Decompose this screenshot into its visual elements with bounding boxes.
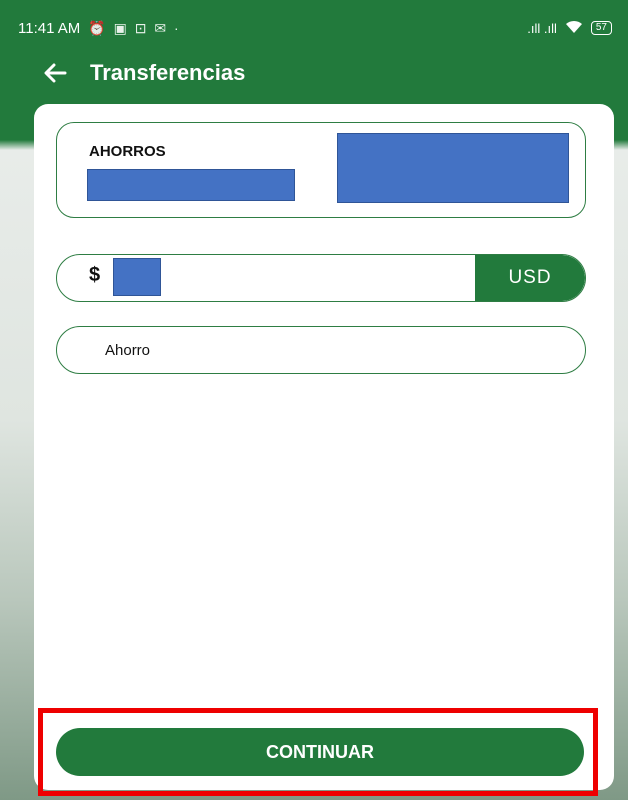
amount-field[interactable]: $ USD xyxy=(56,254,586,302)
highlight-box xyxy=(38,708,598,796)
back-button[interactable] xyxy=(32,50,78,96)
phone-screen: 11:41 AM ⏰ ▣ ⊡ ✉ · .ıll .ıll 57 Transfer… xyxy=(0,0,628,800)
status-bar: 11:41 AM ⏰ ▣ ⊡ ✉ · .ıll .ıll 57 xyxy=(18,6,612,50)
signal-icon: .ıll .ıll xyxy=(527,20,557,36)
app-bar: Transferencias xyxy=(18,50,612,96)
redacted-account-balance xyxy=(337,133,569,203)
source-account-selector[interactable]: AHORROS xyxy=(56,122,586,218)
currency-symbol: $ xyxy=(89,264,101,286)
description-value: Ahorro xyxy=(105,341,151,359)
notification-icons: ⏰ ▣ ⊡ ✉ · xyxy=(88,19,181,36)
battery-icon: 57 xyxy=(590,21,612,35)
redacted-amount-value xyxy=(113,258,161,296)
wifi-icon xyxy=(565,20,583,37)
arrow-left-icon xyxy=(44,63,67,83)
status-time: 11:41 AM xyxy=(18,19,81,37)
transfer-form-card: AHORROS $ USD Ahorro CONTINUAR xyxy=(34,104,614,790)
currency-selector[interactable]: USD xyxy=(475,255,585,301)
description-input[interactable]: Ahorro xyxy=(56,326,586,374)
page-title: Transferencias xyxy=(90,60,246,85)
redacted-account-number xyxy=(87,169,295,201)
account-type-label: AHORROS xyxy=(89,143,166,160)
